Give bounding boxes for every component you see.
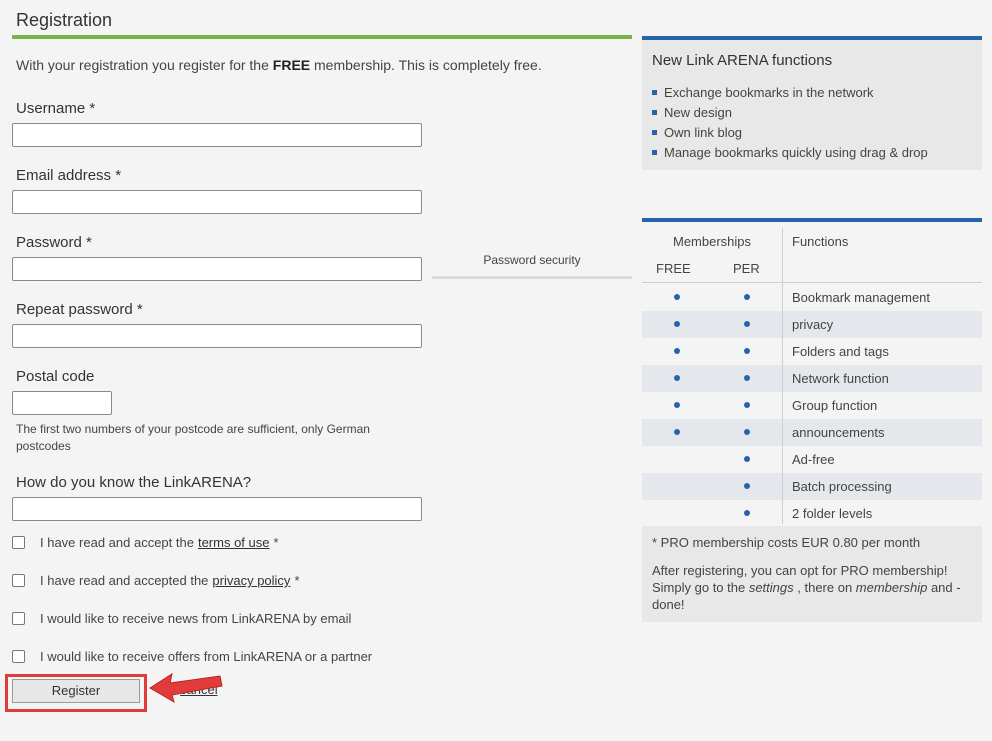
username-label: Username * xyxy=(16,100,96,117)
repeat-password-input[interactable] xyxy=(12,324,422,348)
privacy-policy-link[interactable]: privacy policy xyxy=(212,573,290,588)
free-dot-icon xyxy=(674,375,680,381)
per-dot-icon xyxy=(744,321,750,327)
per-dot-icon xyxy=(744,294,750,300)
pointer-arrow-icon xyxy=(149,672,223,704)
table-row: Network function xyxy=(642,365,982,392)
bullet-icon xyxy=(652,89,657,95)
privacy-checkbox-label: I have read and accepted the xyxy=(40,573,209,588)
table-row: Folders and tags xyxy=(642,338,982,365)
postal-code-label: Postal code xyxy=(16,368,95,385)
news-checkbox-row: I would like to receive news from LinkAR… xyxy=(12,611,351,626)
register-button[interactable]: Register xyxy=(12,679,140,703)
title-underline xyxy=(12,35,632,39)
free-dot-icon xyxy=(674,348,680,354)
per-dot-icon xyxy=(744,348,750,354)
email-input[interactable] xyxy=(12,190,422,214)
terms-checkbox-label: I have read and accept the xyxy=(40,535,194,550)
how-know-input[interactable] xyxy=(12,497,422,521)
free-dot-icon xyxy=(674,402,680,408)
news-checkbox[interactable] xyxy=(12,612,25,625)
per-column-header: PER xyxy=(733,261,760,276)
repeat-password-label: Repeat password * xyxy=(16,301,143,318)
required-mark: * xyxy=(294,573,300,588)
table-row: Batch processing xyxy=(642,473,982,500)
pro-membership-note: * PRO membership costs EUR 0.80 per mont… xyxy=(642,526,982,622)
bullet-icon xyxy=(652,129,657,135)
privacy-checkbox[interactable] xyxy=(12,574,25,587)
header-divider xyxy=(642,282,982,283)
offers-checkbox[interactable] xyxy=(12,650,25,663)
per-dot-icon xyxy=(744,456,750,462)
after-registering-note: After registering, you can opt for PRO m… xyxy=(652,563,961,612)
news-checkbox-label: I would like to receive news from LinkAR… xyxy=(40,611,352,626)
new-functions-title: New Link ARENA functions xyxy=(652,52,833,69)
terms-of-use-link[interactable]: terms of use xyxy=(198,535,270,550)
username-input[interactable] xyxy=(12,123,422,147)
per-dot-icon xyxy=(744,483,750,489)
required-mark: * xyxy=(273,535,279,550)
password-security-meter xyxy=(432,276,632,279)
list-item: New design xyxy=(652,102,928,122)
password-label: Password * xyxy=(16,234,92,251)
table-row: Ad-free xyxy=(642,446,982,473)
password-security-label: Password security xyxy=(483,253,581,267)
new-functions-list: Exchange bookmarks in the network New de… xyxy=(652,82,928,162)
table-row: privacy xyxy=(642,311,982,338)
free-column-header: FREE xyxy=(656,261,691,276)
bullet-icon xyxy=(652,149,657,155)
table-row: announcements xyxy=(642,419,982,446)
page-title: Registration xyxy=(16,10,113,30)
password-input[interactable] xyxy=(12,257,422,281)
table-row: Bookmark management xyxy=(642,284,982,311)
privacy-checkbox-row: I have read and accepted the privacy pol… xyxy=(12,573,300,588)
intro-text: With your registration you register for … xyxy=(16,57,542,73)
how-know-label: How do you know the LinkARENA? xyxy=(16,474,252,491)
email-label: Email address * xyxy=(16,167,122,184)
free-dot-icon xyxy=(674,321,680,327)
postal-code-input[interactable] xyxy=(12,391,112,415)
free-dot-icon xyxy=(674,294,680,300)
terms-checkbox-row: I have read and accept the terms of use … xyxy=(12,535,279,550)
list-item: Manage bookmarks quickly using drag & dr… xyxy=(652,142,928,162)
table-row: Group function xyxy=(642,392,982,419)
per-dot-icon xyxy=(744,375,750,381)
offers-checkbox-label: I would like to receive offers from Link… xyxy=(40,649,373,664)
per-dot-icon xyxy=(744,402,750,408)
terms-checkbox[interactable] xyxy=(12,536,25,549)
per-dot-icon xyxy=(744,510,750,516)
postal-code-hint: The first two numbers of your postcode a… xyxy=(16,422,370,453)
pro-price-note: * PRO membership costs EUR 0.80 per mont… xyxy=(652,535,921,550)
functions-header: Functions xyxy=(792,234,849,249)
list-item: Own link blog xyxy=(652,122,928,142)
per-dot-icon xyxy=(744,429,750,435)
table-row: 2 folder levels xyxy=(642,500,982,527)
list-item: Exchange bookmarks in the network xyxy=(652,82,928,102)
bullet-icon xyxy=(652,109,657,115)
free-dot-icon xyxy=(674,429,680,435)
column-divider xyxy=(782,228,783,524)
memberships-header: Memberships xyxy=(672,234,752,249)
offers-checkbox-row: I would like to receive offers from Link… xyxy=(12,649,372,664)
new-functions-panel: New Link ARENA functions Exchange bookma… xyxy=(642,36,982,170)
